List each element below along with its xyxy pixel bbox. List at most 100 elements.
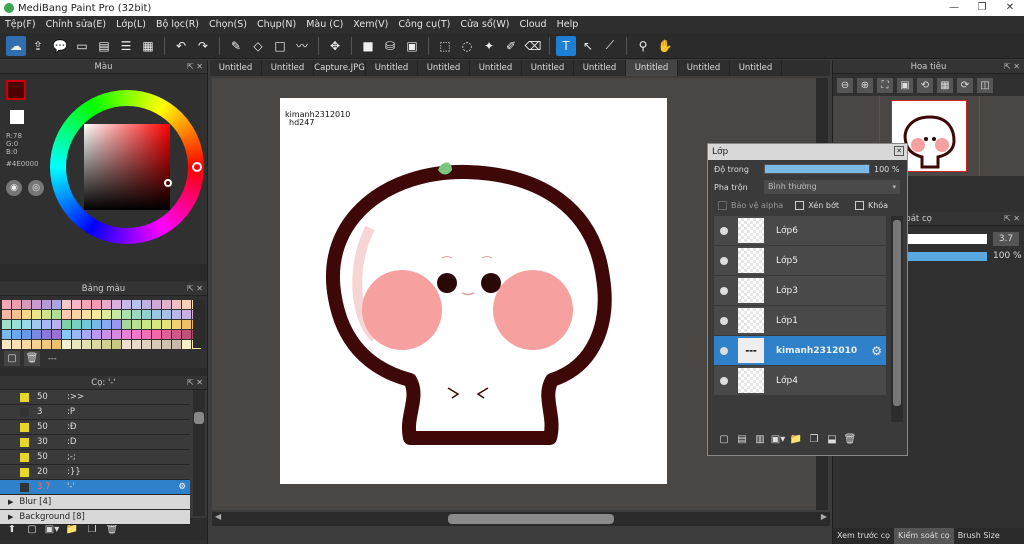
protect-alpha-checkbox[interactable]	[718, 200, 727, 210]
rotate-left-icon[interactable]: ⟲	[917, 77, 933, 93]
text-tool-icon[interactable]: T	[556, 35, 576, 56]
palette-swatch[interactable]	[2, 340, 11, 349]
redo-icon[interactable]: ↷	[193, 36, 213, 56]
layer-visibility-icon[interactable]	[720, 346, 728, 355]
menu-view[interactable]: Xem(V)	[348, 19, 393, 30]
palette-swatch[interactable]	[22, 300, 31, 309]
actual-size-icon[interactable]: ▣	[897, 77, 913, 93]
palette-swatch[interactable]	[152, 340, 161, 349]
layer-window-close-button[interactable]: ✕	[894, 146, 904, 156]
tab-document[interactable]: Untitled	[262, 60, 314, 76]
background-color-swatch[interactable]	[10, 110, 24, 124]
tab-document[interactable]: Untitled	[470, 60, 522, 76]
zoom-in-icon[interactable]: ⊕	[857, 77, 873, 93]
tab-document[interactable]: Untitled	[730, 60, 782, 76]
palette-swatch[interactable]	[112, 300, 121, 309]
layer-visibility-icon[interactable]	[720, 286, 728, 295]
brush-settings-icon[interactable]: ⚙	[178, 482, 186, 492]
palette-swatch[interactable]	[12, 320, 21, 329]
brush-item[interactable]: 50:>>	[0, 390, 190, 405]
palette-swatch[interactable]	[102, 300, 111, 309]
tab-document-active[interactable]: Untitled	[626, 60, 678, 76]
palette-swatch[interactable]	[172, 320, 181, 329]
palette-swatch[interactable]	[152, 330, 161, 339]
palette-swatch[interactable]	[102, 320, 111, 329]
palette-swatch[interactable]	[132, 320, 141, 329]
brush-item[interactable]: 50 ;-;	[0, 450, 190, 465]
palette-swatch[interactable]	[92, 300, 101, 309]
comment-icon[interactable]: ▭	[72, 36, 92, 56]
palette-swatch[interactable]	[142, 310, 151, 319]
palette-swatch[interactable]	[52, 340, 61, 349]
layer-visibility-icon[interactable]	[720, 376, 728, 385]
brush-size-value[interactable]: 3.7	[993, 232, 1019, 246]
close-button[interactable]: ✕	[996, 0, 1024, 14]
brush-item[interactable]: 30:D	[0, 435, 190, 450]
palette-swatch[interactable]	[12, 310, 21, 319]
palette-swatch[interactable]	[42, 320, 51, 329]
layer-settings-icon[interactable]: ⚙	[871, 344, 882, 358]
palette-swatch[interactable]	[42, 330, 51, 339]
palette-swatch[interactable]	[132, 330, 141, 339]
chat-icon[interactable]: 💬	[50, 36, 70, 56]
palette-swatch[interactable]	[162, 330, 171, 339]
palette-swatch[interactable]	[72, 310, 81, 319]
palette-swatch[interactable]	[32, 300, 41, 309]
expand-arrow-icon[interactable]: ▶	[8, 513, 13, 521]
tab-document[interactable]: Untitled	[574, 60, 626, 76]
palette-swatch[interactable]	[32, 310, 41, 319]
palette-swatch[interactable]	[182, 300, 191, 309]
menu-filter[interactable]: Bộ lọc(R)	[151, 19, 204, 30]
brush-item[interactable]: 50:Đ	[0, 420, 190, 435]
palette-swatch[interactable]	[122, 340, 131, 349]
merge-layer-icon[interactable]: ⬓	[824, 432, 840, 447]
layer-row[interactable]: Lớp6	[714, 216, 886, 245]
foreground-color-swatch[interactable]	[6, 80, 26, 100]
duplicate-layer-icon[interactable]: ❐	[806, 432, 822, 447]
grid-icon[interactable]: ▦	[138, 36, 158, 56]
palette-swatch[interactable]	[62, 320, 71, 329]
palette-swatch[interactable]	[182, 330, 191, 339]
palette-swatch[interactable]	[112, 320, 121, 329]
palette-swatch[interactable]	[152, 310, 161, 319]
cloud-icon[interactable]: ☁	[6, 35, 26, 56]
palette-swatch[interactable]	[172, 340, 181, 349]
hue-marker[interactable]	[192, 162, 202, 172]
brush-group[interactable]: ▶ Background [8]	[0, 510, 190, 525]
color-picker-icon[interactable]: ◉	[6, 180, 22, 196]
palette-swatch[interactable]	[122, 300, 131, 309]
color-mix-icon[interactable]: ◎	[28, 180, 44, 196]
new-layer-icon[interactable]: ▢	[716, 432, 732, 447]
layer-visibility-icon[interactable]	[720, 226, 728, 235]
palette-swatch[interactable]	[132, 310, 141, 319]
brush-group[interactable]: ▶ Blur [4]	[0, 495, 190, 510]
panel-controls-icon[interactable]: ⇱ ✕	[1004, 212, 1020, 226]
zoom-out-icon[interactable]: ⊖	[837, 77, 853, 93]
palette-swatch[interactable]	[2, 310, 11, 319]
eraser-tool-icon[interactable]: ◇	[248, 36, 268, 56]
palette-swatch[interactable]	[112, 330, 121, 339]
fullscreen-icon[interactable]: ▦	[937, 77, 953, 93]
list-icon[interactable]: ☰	[116, 36, 136, 56]
layer-row[interactable]: Lớp4	[714, 366, 886, 395]
layer-folder-icon[interactable]: 📁	[788, 432, 804, 447]
tab-document[interactable]: Untitled	[418, 60, 470, 76]
fit-screen-icon[interactable]: ⛶	[877, 77, 893, 93]
palette-swatch[interactable]	[82, 320, 91, 329]
delete-palette-icon[interactable]: 🗑	[24, 350, 40, 366]
panel-controls-icon[interactable]: ⇱ ✕	[187, 376, 203, 390]
divide-tool-icon[interactable]: ⟋	[600, 36, 620, 56]
palette-swatch[interactable]	[2, 330, 11, 339]
palette-swatch[interactable]	[62, 300, 71, 309]
operation-tool-icon[interactable]: ↖	[578, 36, 598, 56]
brush-opacity-slider[interactable]	[907, 251, 987, 261]
palette-swatch[interactable]	[172, 300, 181, 309]
layer-row[interactable]: ▬▬▬ kimanh2312010 ⚙	[714, 336, 886, 365]
palette-swatch[interactable]	[42, 300, 51, 309]
color-palette-grid[interactable]	[0, 296, 207, 349]
palette-swatch[interactable]	[32, 320, 41, 329]
palette-swatch[interactable]	[92, 310, 101, 319]
layer-add-menu-icon[interactable]: ▣▾	[770, 432, 786, 447]
layer-visibility-icon[interactable]	[720, 256, 728, 265]
menu-window[interactable]: Cửa sổ(W)	[455, 19, 514, 30]
